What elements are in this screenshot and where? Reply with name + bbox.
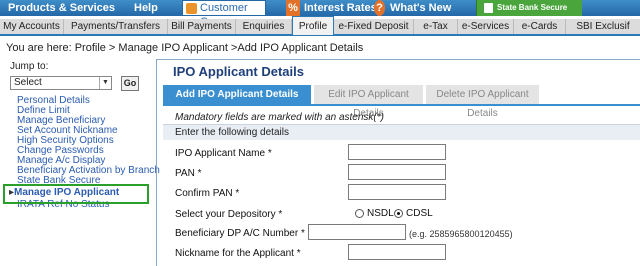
go-button[interactable]: Go [121,76,139,91]
section-header: Enter the following details [163,124,640,140]
cdsl-label: CDSL [406,208,433,219]
pan-input[interactable] [348,164,446,180]
tab-add-ipo-applicant[interactable]: Add IPO Applicant Details [163,85,311,104]
whats-new-link[interactable]: What's New [390,0,451,16]
tab-bill-payments[interactable]: Bill Payments [168,19,236,34]
top-navigation-bar: Products & Services Help Customer Care %… [0,0,640,28]
mandatory-note: Mandatory fields are marked with an aste… [175,112,384,123]
dp-account-label: Beneficiary DP A/C Number * [175,228,305,239]
tab-e-fixed-deposit[interactable]: e-Fixed Deposit [334,19,414,34]
tab-edit-ipo-applicant[interactable]: Edit IPO Applicant Details [313,85,423,119]
tab-sbi-exclusif[interactable]: SBI Exclusif [566,19,640,34]
jump-to-label: Jump to: [10,61,49,72]
cdsl-radio[interactable] [394,209,403,218]
tab-e-services[interactable]: e-Services [458,19,514,34]
section-header-label: Enter the following details [175,127,289,138]
tab-profile[interactable]: Profile [292,16,334,35]
products-services-link[interactable]: Products & Services [8,0,115,16]
tab-enquiries[interactable]: Enquiries [236,19,292,34]
highlight-box [3,184,149,204]
tab-delete-ipo-applicant[interactable]: Delete IPO Applicant Details [425,85,539,119]
tab-e-tax[interactable]: e-Tax [414,19,458,34]
jump-to-select[interactable]: Select ▼ [10,76,112,90]
tab-payments-transfers[interactable]: Payments/Transfers [64,19,168,34]
tab-e-cards[interactable]: e-Cards [514,19,566,34]
customer-care-icon [186,3,197,14]
help-link[interactable]: Help [134,0,158,16]
dp-account-input[interactable] [308,224,406,240]
main-tab-bar: My Accounts Payments/Transfers Bill Paym… [0,16,640,36]
page-title: IPO Applicant Details [173,64,304,79]
phone-icon [484,3,493,13]
depository-label: Select your Depository * [175,209,283,220]
secure-otp-link[interactable]: State Bank Secure OTP [476,0,582,28]
applicant-name-input[interactable] [348,144,446,160]
nsdl-radio[interactable] [355,209,364,218]
percent-icon: % [286,0,300,16]
question-icon: ? [374,0,385,16]
dp-account-hint: (e.g. 2585965800120455) [409,229,513,239]
nsdl-label: NSDL [367,208,394,219]
interest-rates-link[interactable]: Interest Rates [304,0,377,16]
confirm-pan-input[interactable] [348,184,446,200]
confirm-pan-label: Confirm PAN * [175,188,240,199]
breadcrumb: You are here: Profile > Manage IPO Appli… [6,42,364,54]
pan-label: PAN * [175,168,202,179]
tab-underline [163,104,640,106]
tab-my-accounts[interactable]: My Accounts [0,19,64,34]
nickname-label: Nickname for the Applicant * [175,248,301,259]
applicant-name-label: IPO Applicant Name * [175,148,272,159]
jump-to-select-value: Select [14,77,42,88]
customer-care-link[interactable]: Customer Care [182,0,266,28]
chevron-down-icon: ▼ [99,77,111,89]
ipo-applicant-panel: IPO Applicant Details Add IPO Applicant … [156,59,640,266]
nickname-input[interactable] [348,244,446,260]
